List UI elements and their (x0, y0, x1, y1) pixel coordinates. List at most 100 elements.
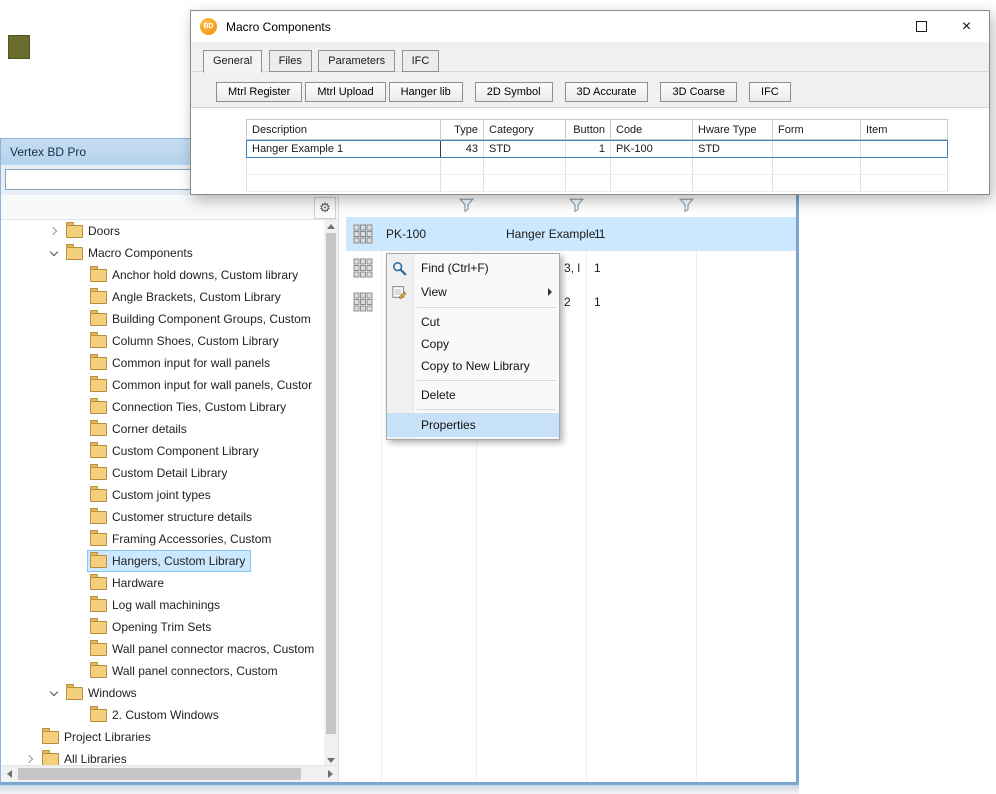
scroll-left-arrow[interactable] (1, 766, 17, 782)
tree-item-custom-detail-library[interactable]: Custom Detail Library (1, 462, 324, 484)
tree-item-opening-trim-sets[interactable]: Opening Trim Sets (1, 616, 324, 638)
maximize-button[interactable] (899, 11, 944, 42)
menu-item-label: Cut (421, 315, 440, 329)
menu-item-label: Copy to New Library (421, 359, 530, 373)
folder-icon (90, 643, 107, 656)
column-header-hware-type[interactable]: Hware Type (693, 119, 773, 140)
3d-accurate-button[interactable]: 3D Accurate (565, 82, 649, 102)
list-row-pk-100[interactable]: PK-100 Hanger Example 1 1 (346, 217, 796, 251)
tree-item-2-custom-windows[interactable]: 2. Custom Windows (1, 704, 324, 726)
folder-icon (90, 291, 107, 304)
chevron-down-icon[interactable] (45, 684, 63, 702)
tree-item-customer-structure-details[interactable]: Customer structure details (1, 506, 324, 528)
tree-item-project-libraries[interactable]: Project Libraries (1, 726, 324, 748)
scrollbar-thumb[interactable] (18, 768, 301, 780)
menu-item-copy[interactable]: Copy (387, 333, 559, 355)
tree-item-label: Anchor hold downs, Custom library (112, 268, 298, 282)
tree-item-label: Common input for wall panels (112, 356, 270, 370)
tree-toolbar: ⚙ (1, 195, 338, 220)
filter-icon[interactable] (679, 198, 694, 212)
vertex-bd-logo-icon: BD (200, 18, 217, 35)
table-row-empty[interactable] (246, 175, 948, 192)
mtrl-upload-button[interactable]: Mtrl Upload (305, 82, 385, 102)
tree-item-log-wall-machinings[interactable]: Log wall machinings (1, 594, 324, 616)
folder-icon (90, 445, 107, 458)
tree-item-all-libraries[interactable]: All Libraries (1, 748, 324, 766)
magnifier-icon (392, 260, 408, 276)
tree-item-label: Custom Detail Library (112, 466, 227, 480)
chevron-right-icon[interactable] (21, 750, 39, 766)
chevron-right-icon[interactable] (45, 222, 63, 240)
column-header-code[interactable]: Code (611, 119, 693, 140)
tree-item-macro-components[interactable]: Macro Components (1, 242, 324, 264)
dialog-title-bar[interactable]: BD Macro Components × (191, 11, 989, 42)
cell-category: STD (484, 140, 566, 158)
tree-item-framing-accessories[interactable]: Framing Accessories, Custom (1, 528, 324, 550)
ifc-button[interactable]: IFC (749, 82, 791, 102)
gear-icon[interactable]: ⚙ (314, 197, 336, 219)
column-header-category[interactable]: Category (484, 119, 566, 140)
tree-item-anchor-hold-downs[interactable]: Anchor hold downs, Custom library (1, 264, 324, 286)
cell-hware-type: STD (693, 140, 773, 158)
window-bottom-shadow (0, 784, 799, 794)
tree-item-label: Column Shoes, Custom Library (112, 334, 279, 348)
tree-item-custom-joint-types[interactable]: Custom joint types (1, 484, 324, 506)
menu-item-delete[interactable]: Delete (387, 384, 559, 406)
table-row-empty[interactable] (246, 158, 948, 175)
scroll-right-arrow[interactable] (322, 766, 338, 782)
tree-item-hardware[interactable]: Hardware (1, 572, 324, 594)
tree-item-column-shoes[interactable]: Column Shoes, Custom Library (1, 330, 324, 352)
tree-item-hangers-custom-library[interactable]: Hangers, Custom Library (1, 550, 324, 572)
tree-item-doors[interactable]: Doors (1, 220, 324, 242)
tab-ifc[interactable]: IFC (402, 50, 440, 72)
cell-form (773, 140, 861, 158)
scrollbar-thumb[interactable] (326, 233, 336, 734)
tree-item-connection-ties[interactable]: Connection Ties, Custom Library (1, 396, 324, 418)
column-header-button[interactable]: Button (566, 119, 611, 140)
filter-icon[interactable] (459, 198, 474, 212)
column-header-description[interactable]: Description (246, 119, 441, 140)
folder-icon (90, 621, 107, 634)
tab-general[interactable]: General (203, 50, 262, 73)
tree-item-wall-panel-connector-macros[interactable]: Wall panel connector macros, Custom (1, 638, 324, 660)
menu-item-find[interactable]: Find (Ctrl+F) (387, 256, 559, 280)
tree-horizontal-scrollbar[interactable] (1, 765, 338, 782)
tree-item-building-component-groups[interactable]: Building Component Groups, Custom (1, 308, 324, 330)
column-header-form[interactable]: Form (773, 119, 861, 140)
folder-icon (90, 313, 107, 326)
tree-item-label: Connection Ties, Custom Library (112, 400, 286, 414)
menu-item-properties[interactable]: Properties (387, 413, 559, 437)
tree-vertical-scrollbar[interactable] (324, 220, 338, 766)
tree-item-angle-brackets[interactable]: Angle Brackets, Custom Library (1, 286, 324, 308)
column-header-item[interactable]: Item (861, 119, 948, 140)
chevron-down-icon[interactable] (45, 244, 63, 262)
tree-item-common-input-wall-panels[interactable]: Common input for wall panels (1, 352, 324, 374)
tree-item-wall-panel-connectors[interactable]: Wall panel connectors, Custom (1, 660, 324, 682)
3d-coarse-button[interactable]: 3D Coarse (660, 82, 737, 102)
dialog-title: Macro Components (226, 20, 331, 34)
description-edit-cell[interactable]: Hanger Example 1 (246, 140, 441, 158)
tree-item-windows[interactable]: Windows (1, 682, 324, 704)
scroll-up-arrow[interactable] (324, 220, 338, 232)
tree-item-corner-details[interactable]: Corner details (1, 418, 324, 440)
hanger-lib-button[interactable]: Hanger lib (389, 82, 463, 102)
menu-item-view[interactable]: View (387, 280, 559, 304)
mtrl-register-button[interactable]: Mtrl Register (216, 82, 302, 102)
column-header-type[interactable]: Type (441, 119, 484, 140)
macro-components-dialog: BD Macro Components × General Files Para… (190, 10, 990, 195)
filter-icon[interactable] (569, 198, 584, 212)
tree-item-label: Opening Trim Sets (112, 620, 211, 634)
2d-symbol-button[interactable]: 2D Symbol (475, 82, 553, 102)
tree-item-label: Macro Components (88, 246, 193, 260)
tree-item-label: Windows (88, 686, 137, 700)
table-row[interactable]: Hanger Example 1 43 STD 1 PK-100 STD (246, 140, 948, 158)
tab-parameters[interactable]: Parameters (318, 50, 395, 72)
menu-item-cut[interactable]: Cut (387, 311, 559, 333)
close-button[interactable]: × (944, 11, 989, 42)
tab-files[interactable]: Files (269, 50, 312, 72)
folder-icon (90, 379, 107, 392)
tree-item-common-input-wall-panels-custom[interactable]: Common input for wall panels, Custor (1, 374, 324, 396)
list-cell-qty: 1 (594, 285, 601, 319)
menu-item-copy-to-new-library[interactable]: Copy to New Library (387, 355, 559, 377)
tree-item-custom-component-library[interactable]: Custom Component Library (1, 440, 324, 462)
